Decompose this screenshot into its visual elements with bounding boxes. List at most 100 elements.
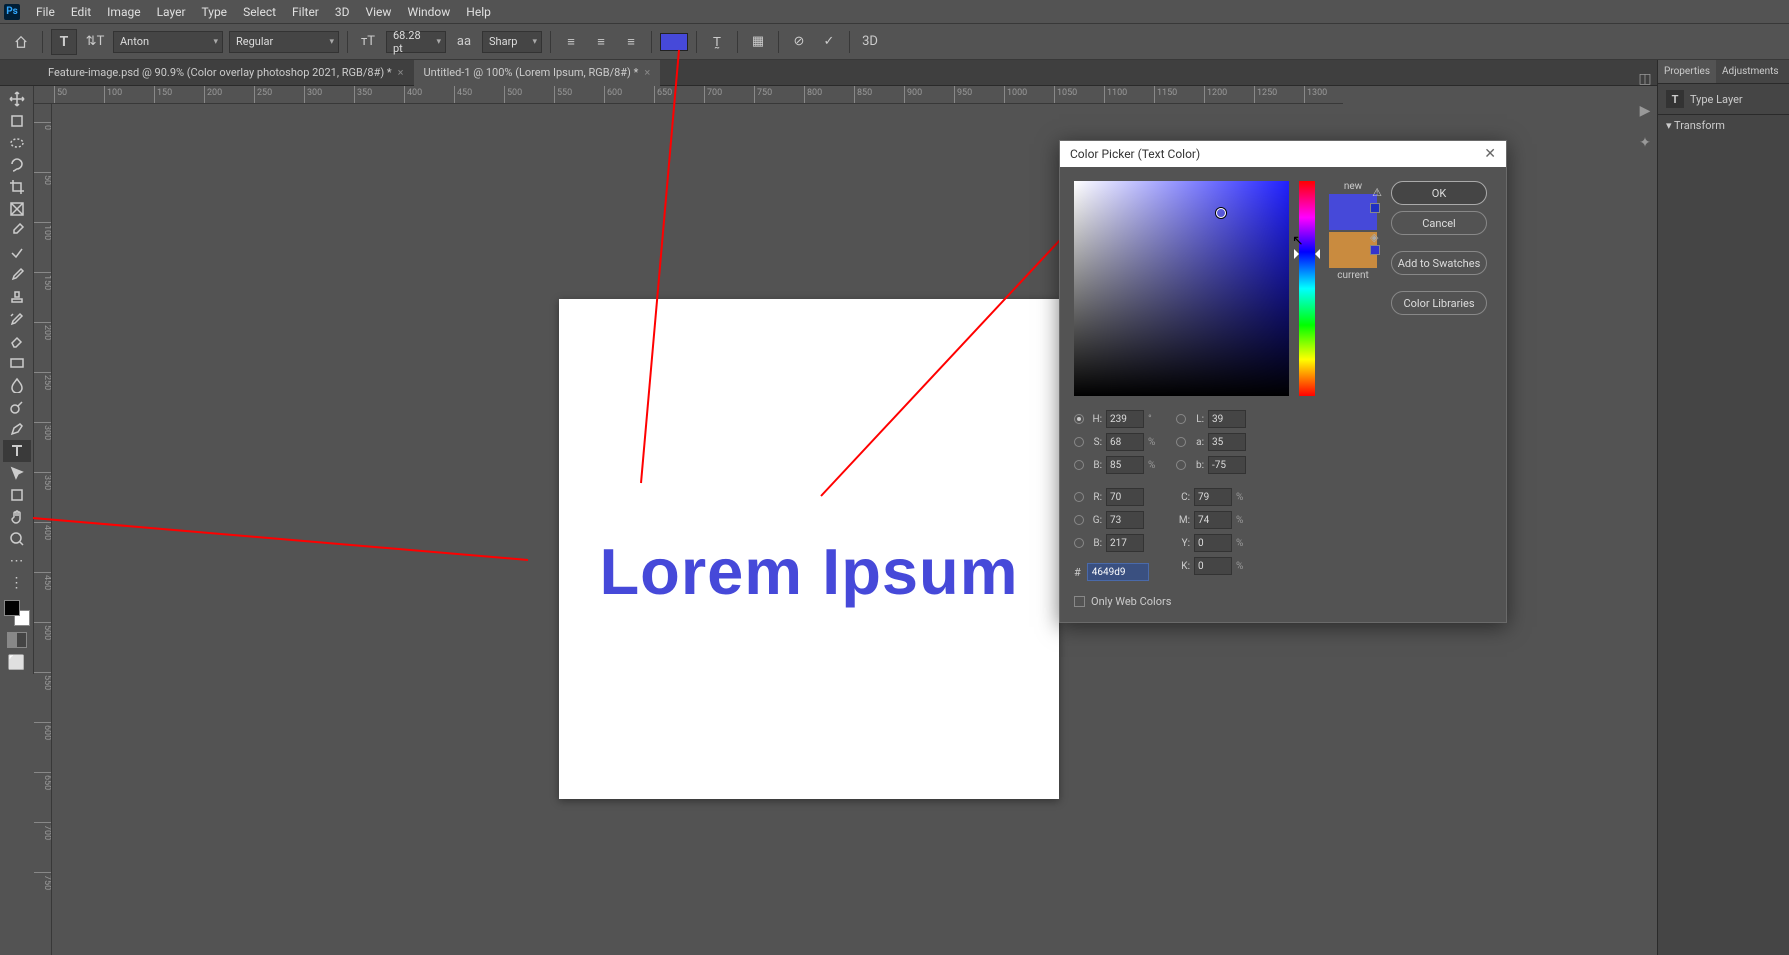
zoom-tool-icon[interactable] (3, 528, 31, 550)
input-y[interactable] (1194, 534, 1232, 552)
input-m[interactable] (1194, 511, 1232, 529)
tool-preset-icon[interactable]: T (51, 29, 77, 55)
warp-text-icon[interactable]: T̰ (705, 30, 729, 54)
input-h[interactable] (1106, 410, 1144, 428)
eyedropper-tool-icon[interactable] (3, 220, 31, 242)
radio-b[interactable] (1074, 460, 1084, 470)
color-libraries-button[interactable]: Color Libraries (1391, 291, 1487, 315)
radio-l[interactable] (1176, 414, 1186, 424)
menu-3d[interactable]: 3D (327, 5, 358, 19)
radio-g[interactable] (1074, 515, 1084, 525)
menu-type[interactable]: Type (194, 5, 236, 19)
document-tab[interactable]: Untitled-1 @ 100% (Lorem Ipsum, RGB/8#) … (414, 60, 661, 86)
radio-r[interactable] (1074, 492, 1084, 502)
menu-file[interactable]: File (28, 5, 63, 19)
input-b[interactable] (1106, 456, 1144, 474)
home-button[interactable] (8, 29, 34, 55)
close-tab-icon[interactable]: × (398, 66, 404, 79)
menu-layer[interactable]: Layer (149, 5, 194, 19)
dock-icon[interactable]: ◫ (1636, 70, 1654, 88)
add-swatches-button[interactable]: Add to Swatches (1391, 251, 1487, 275)
radio-s[interactable] (1074, 437, 1084, 447)
align-left-icon[interactable]: ≡ (559, 30, 583, 54)
crop-tool-icon[interactable] (3, 176, 31, 198)
stamp-tool-icon[interactable] (3, 286, 31, 308)
text-color-swatch[interactable] (660, 33, 688, 51)
character-panel-icon[interactable]: ▦ (746, 30, 770, 54)
blur-tool-icon[interactable] (3, 374, 31, 396)
menu-window[interactable]: Window (399, 5, 458, 19)
more-tools-icon[interactable]: ⋯ (3, 550, 31, 572)
align-right-icon[interactable]: ≡ (619, 30, 643, 54)
toggle-orientation-icon[interactable]: ⇅T (83, 30, 107, 54)
edit-toolbar-icon[interactable]: ⋮ (3, 572, 31, 594)
menu-filter[interactable]: Filter (284, 5, 327, 19)
input-s[interactable] (1106, 433, 1144, 451)
cancel-button[interactable]: Cancel (1391, 211, 1487, 235)
color-swatches[interactable] (4, 600, 30, 626)
dodge-tool-icon[interactable] (3, 396, 31, 418)
shape-tool-icon[interactable] (3, 484, 31, 506)
close-tab-icon[interactable]: × (644, 66, 650, 79)
dock-icon[interactable]: ✦ (1636, 134, 1654, 152)
eraser-tool-icon[interactable] (3, 330, 31, 352)
healing-tool-icon[interactable] (3, 242, 31, 264)
dock-icon[interactable]: ▶ (1636, 102, 1654, 120)
input-labb[interactable] (1208, 456, 1246, 474)
transform-section[interactable]: ▾ Transform (1658, 114, 1789, 136)
input-hex[interactable] (1087, 563, 1149, 581)
warning-icon[interactable]: ⚠ (1370, 186, 1384, 200)
input-l[interactable] (1208, 410, 1246, 428)
3d-icon[interactable]: 3D (858, 30, 882, 54)
font-weight-dropdown[interactable]: Regular (229, 31, 339, 53)
ok-button[interactable]: OK (1391, 181, 1487, 205)
history-brush-icon[interactable] (3, 308, 31, 330)
websafe-icon[interactable] (1370, 203, 1380, 213)
brush-tool-icon[interactable] (3, 264, 31, 286)
frame-tool-icon[interactable] (3, 198, 31, 220)
tab-properties[interactable]: Properties (1658, 60, 1716, 83)
hue-slider[interactable] (1299, 181, 1315, 396)
input-r[interactable] (1106, 488, 1144, 506)
radio-lab-b[interactable] (1176, 460, 1186, 470)
input-c[interactable] (1194, 488, 1232, 506)
menu-edit[interactable]: Edit (63, 5, 99, 19)
radio-h[interactable] (1074, 414, 1084, 424)
close-icon[interactable]: ✕ (1484, 146, 1496, 162)
marquee-tool-icon[interactable] (3, 132, 31, 154)
lasso-tool-icon[interactable] (3, 154, 31, 176)
font-family-dropdown[interactable]: Anton (113, 31, 223, 53)
move-tool-icon[interactable] (3, 88, 31, 110)
menu-image[interactable]: Image (99, 5, 148, 19)
align-center-icon[interactable]: ≡ (589, 30, 613, 54)
input-g[interactable] (1106, 511, 1144, 529)
path-tool-icon[interactable] (3, 462, 31, 484)
input-a[interactable] (1208, 433, 1246, 451)
cube-icon[interactable]: ◈ (1370, 231, 1378, 244)
web-colors-checkbox[interactable] (1074, 596, 1085, 607)
color-field[interactable] (1074, 181, 1289, 396)
font-size-input[interactable]: 68.28 pt (386, 31, 446, 53)
document-tab[interactable]: Feature-image.psd @ 90.9% (Color overlay… (38, 60, 414, 86)
menu-help[interactable]: Help (458, 5, 499, 19)
tab-adjustments[interactable]: Adjustments (1716, 60, 1785, 83)
gradient-tool-icon[interactable] (3, 352, 31, 374)
radio-bl[interactable] (1074, 538, 1084, 548)
artboard-tool-icon[interactable] (3, 110, 31, 132)
screenmode-icon[interactable]: ⬜ (3, 652, 31, 674)
text-layer[interactable]: Lorem Ipsum (559, 534, 1059, 609)
hand-tool-icon[interactable] (3, 506, 31, 528)
cancel-edit-icon[interactable]: ⊘ (787, 30, 811, 54)
commit-edit-icon[interactable]: ✓ (817, 30, 841, 54)
type-tool-icon[interactable] (3, 440, 31, 462)
menu-select[interactable]: Select (235, 5, 284, 19)
input-k[interactable] (1194, 557, 1232, 575)
radio-a[interactable] (1176, 437, 1186, 447)
input-bl[interactable] (1106, 534, 1144, 552)
dialog-titlebar[interactable]: Color Picker (Text Color) ✕ (1060, 141, 1506, 167)
pen-tool-icon[interactable] (3, 418, 31, 440)
websafe-swatch[interactable] (1370, 245, 1380, 255)
quickmask-icon[interactable] (7, 632, 27, 648)
antialias-dropdown[interactable]: Sharp (482, 31, 542, 53)
menu-view[interactable]: View (358, 5, 400, 19)
